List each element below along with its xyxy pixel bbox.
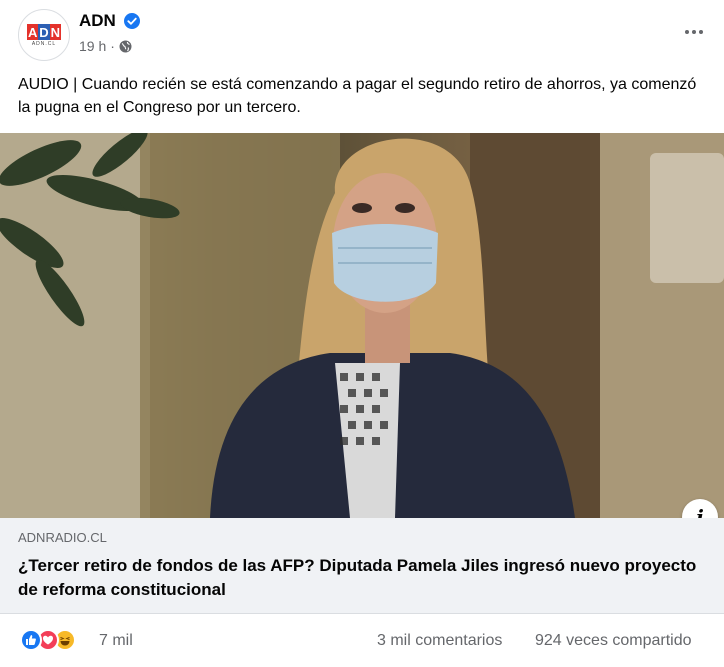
- post-header: A D N ADN.CL ADN 19 h ·: [0, 0, 724, 68]
- link-preview[interactable]: ADNRADIO.CL ¿Tercer retiro de fondos de …: [0, 518, 724, 614]
- comment-count[interactable]: 3 mil comentarios: [377, 632, 502, 650]
- adn-logo: A D N: [27, 24, 61, 40]
- globe-icon[interactable]: [119, 40, 132, 53]
- post-meta: 19 h ·: [79, 38, 132, 54]
- link-domain: ADNRADIO.CL: [18, 530, 107, 545]
- page-name-link[interactable]: ADN: [79, 11, 116, 31]
- post-body-text: AUDIO | Cuando recién se está comenzando…: [18, 76, 697, 116]
- verified-badge-icon: [124, 13, 140, 29]
- share-count[interactable]: 924 veces compartido: [535, 632, 692, 650]
- link-preview-image[interactable]: [0, 133, 724, 518]
- reaction-icons[interactable]: [20, 629, 76, 653]
- reaction-count[interactable]: 7 mil: [99, 632, 133, 650]
- like-reaction-icon: [20, 629, 42, 651]
- page-avatar[interactable]: A D N ADN.CL: [18, 9, 70, 61]
- more-options-icon[interactable]: [682, 20, 706, 44]
- logo-letter-n: N: [49, 24, 61, 40]
- post-timestamp[interactable]: 19 h: [79, 38, 106, 54]
- logo-letter-d: D: [38, 24, 50, 40]
- link-title[interactable]: ¿Tercer retiro de fondos de las AFP? Dip…: [18, 554, 698, 602]
- logo-subtitle: ADN.CL: [31, 41, 57, 47]
- meta-separator: ·: [110, 38, 115, 54]
- logo-letter-a: A: [27, 24, 39, 40]
- facebook-post-card: A D N ADN.CL ADN 19 h · AUDIO | Cuando r…: [0, 0, 724, 667]
- post-stats-bar: 7 mil 3 mil comentarios 924 veces compar…: [0, 615, 724, 667]
